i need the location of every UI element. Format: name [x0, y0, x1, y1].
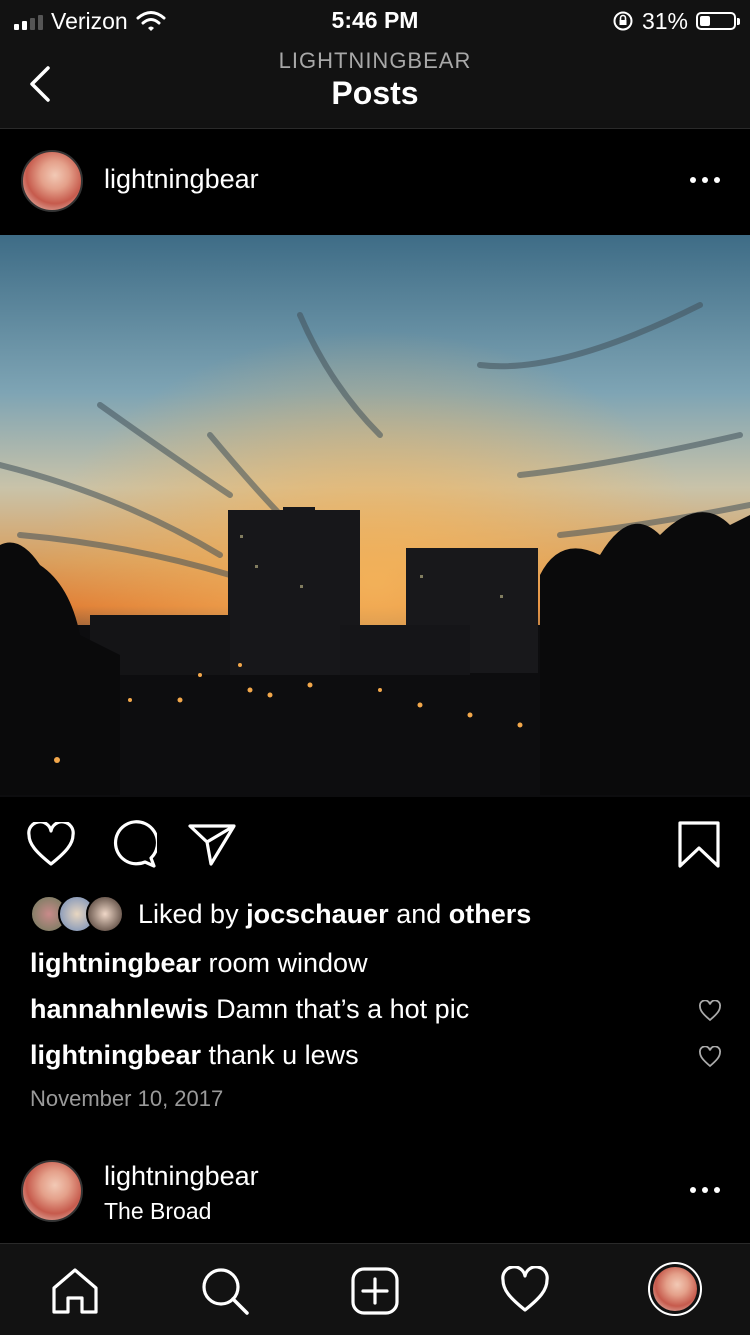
comment-text: thank u lews [208, 1040, 359, 1070]
liker-avatars [30, 895, 124, 933]
orientation-lock-icon [613, 11, 633, 31]
status-bar: Verizon 5:46 PM 31% [0, 0, 750, 42]
comment-text: Damn that’s a hot pic [216, 994, 470, 1024]
comment-row: hannahnlewis Damn that’s a hot pic [30, 994, 469, 1025]
next-post-username[interactable]: lightningbear [104, 1161, 259, 1192]
activity-heart-icon[interactable] [500, 1266, 550, 1316]
liked-by-others[interactable]: others [449, 899, 532, 930]
bookmark-icon[interactable] [677, 820, 721, 870]
liked-by-row[interactable]: Liked by jocschauer and others [30, 895, 531, 933]
page-title: Posts [331, 75, 419, 111]
liked-by-prefix: Liked by [138, 898, 239, 929]
comment-bubble-icon[interactable] [107, 820, 157, 870]
battery-icon [696, 12, 740, 30]
more-horizontal-icon[interactable] [690, 1187, 720, 1195]
caption-username[interactable]: lightningbear [30, 948, 201, 978]
home-icon[interactable] [50, 1266, 100, 1316]
avatar [86, 895, 124, 933]
comment-like-heart-icon[interactable] [698, 1046, 722, 1068]
account-name: LIGHTNINGBEAR [278, 48, 472, 73]
paper-plane-icon[interactable] [187, 822, 237, 868]
avatar [653, 1267, 697, 1311]
heart-icon[interactable] [26, 822, 76, 868]
battery-level [700, 16, 710, 26]
post-date: November 10, 2017 [30, 1086, 224, 1111]
comment-like-heart-icon[interactable] [698, 1000, 722, 1022]
search-icon[interactable] [200, 1266, 250, 1316]
new-post-icon[interactable] [350, 1266, 400, 1316]
next-post-author-avatar[interactable] [21, 1160, 83, 1222]
comment-row: lightningbear thank u lews [30, 1040, 359, 1071]
liked-by-user[interactable]: jocschauer [246, 899, 389, 930]
more-horizontal-icon[interactable] [690, 177, 720, 185]
profile-tab-avatar[interactable] [648, 1262, 702, 1316]
tab-bar [0, 1243, 750, 1335]
comment-username[interactable]: hannahnlewis [30, 994, 209, 1024]
post-author-username[interactable]: lightningbear [104, 164, 259, 195]
post-photo[interactable] [0, 235, 750, 797]
liked-by-and: and [396, 898, 442, 929]
battery-percent: 31% [641, 7, 688, 34]
caption: lightningbear room window [30, 948, 368, 979]
post-author-avatar[interactable] [21, 150, 83, 212]
nav-header: LIGHTNINGBEAR Posts [0, 42, 750, 129]
status-right: 31% [612, 7, 740, 34]
comment-username[interactable]: lightningbear [30, 1040, 201, 1070]
next-post-location[interactable]: The Broad [104, 1198, 211, 1225]
caption-text: room window [208, 948, 368, 978]
